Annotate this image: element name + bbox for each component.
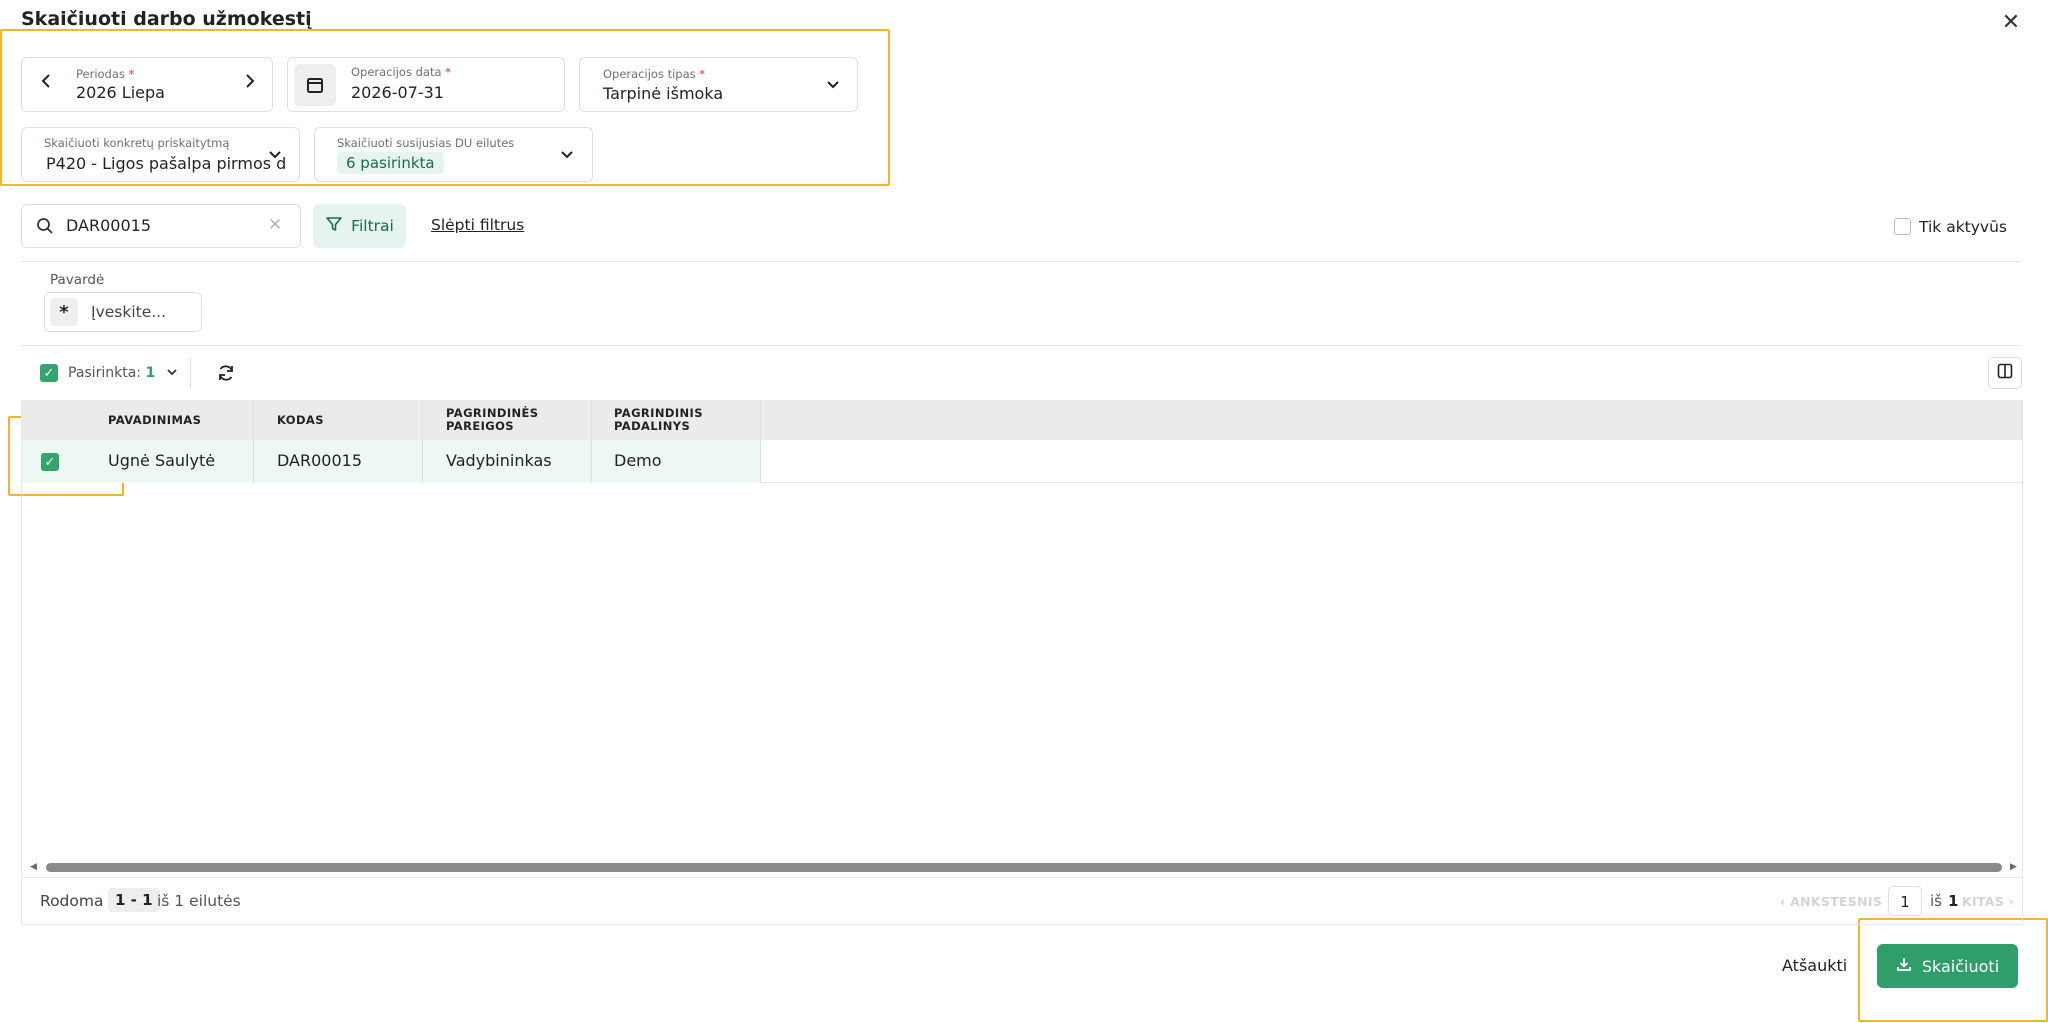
showing-label: Rodoma	[40, 892, 104, 910]
column-header-name[interactable]: PAVADINIMAS	[108, 414, 201, 427]
hide-filters-link[interactable]: Slėpti filtrus	[431, 216, 524, 234]
dialog-title: Skaičiuoti darbo užmokestį	[21, 8, 312, 30]
operation-date-field[interactable]: Operacijos data * 2026-07-31	[287, 57, 565, 112]
download-icon	[1896, 956, 1912, 976]
specific-accrual-label: Skaičiuoti konkretų priskaitytmą	[44, 136, 230, 150]
row-checkbox[interactable]: ✓	[41, 453, 59, 471]
cell-code: DAR00015	[277, 451, 362, 470]
scroll-right-arrow[interactable]: ▶	[2010, 862, 2017, 872]
close-icon[interactable]: ✕	[1998, 10, 2024, 36]
search-icon	[36, 217, 54, 239]
filters-label: Filtrai	[351, 217, 394, 235]
filters-button[interactable]: Filtrai	[313, 204, 406, 248]
divider	[21, 345, 2021, 346]
surname-placeholder: Įveskite...	[91, 303, 167, 321]
previous-page-button[interactable]: ‹ ANKSTESNIS	[1780, 894, 1882, 909]
operator-button[interactable]: *	[50, 298, 78, 326]
period-field[interactable]: Periodas * 2026 Liepa	[21, 57, 273, 112]
chevron-right-icon[interactable]	[244, 73, 256, 93]
chevron-left-icon[interactable]	[40, 73, 52, 93]
col-divider	[591, 400, 592, 483]
calculate-label: Skaičiuoti	[1921, 956, 2000, 976]
search-input[interactable]: DAR00015 ✕	[21, 204, 301, 248]
next-page-button[interactable]: KITAS ›	[1962, 894, 2014, 909]
col-divider	[760, 400, 761, 483]
period-label: Periodas *	[76, 67, 135, 81]
col-divider	[422, 400, 423, 483]
chevron-down-icon	[826, 76, 840, 94]
column-header-code[interactable]: KODAS	[277, 414, 324, 427]
chevron-down-icon	[560, 146, 574, 164]
page-number-input[interactable]: 1	[1888, 886, 1922, 916]
cancel-button[interactable]: Atšaukti	[1782, 956, 1847, 975]
operation-date-value: 2026-07-31	[351, 83, 444, 102]
columns-icon	[1997, 363, 2013, 383]
surname-filter-label: Pavardė	[50, 272, 105, 288]
total-pages: 1	[1948, 892, 1959, 910]
related-lines-label: Skaičiuoti susijusias DU eilutes	[337, 136, 515, 150]
operation-type-value: Tarpinė išmoka	[603, 84, 724, 103]
col-divider	[253, 400, 254, 483]
table-row[interactable]: ✓ Ugnė Saulytė DAR00015 Vadybininkas Dem…	[22, 400, 2022, 483]
columns-toggle-button[interactable]	[1988, 357, 2022, 389]
refresh-icon[interactable]	[216, 363, 236, 387]
of-label: iš	[1930, 892, 1942, 910]
operation-type-select[interactable]: Operacijos tipas * Tarpinė išmoka	[579, 57, 858, 112]
cell-department: Demo	[614, 451, 662, 470]
cell-name: Ugnė Saulytė	[108, 451, 216, 470]
column-header-position[interactable]: PAGRINDINĖS PAREIGOS	[446, 407, 556, 433]
table-footer: Rodoma 1 - 1 iš 1 eilutės ‹ ANKSTESNIS 1…	[21, 877, 2023, 925]
table-container: PAVADINIMAS KODAS PAGRINDINĖS PAREIGOS P…	[21, 400, 2023, 876]
chevron-down-icon	[166, 365, 178, 381]
horizontal-scrollbar[interactable]	[46, 863, 2002, 872]
only-active-checkbox[interactable]	[1894, 218, 1911, 235]
chevron-down-icon	[268, 146, 282, 164]
select-all-checkbox[interactable]: ✓	[40, 364, 58, 382]
column-header-department[interactable]: PAGRINDINIS PADALINYS	[614, 407, 724, 433]
period-value: 2026 Liepa	[76, 83, 165, 102]
toolbar-divider	[190, 358, 191, 388]
operation-type-label: Operacijos tipas *	[603, 67, 706, 81]
selection-label[interactable]: Pasirinkta: 1	[68, 365, 178, 381]
filter-icon	[325, 215, 343, 237]
related-lines-select[interactable]: Skaičiuoti susijusias DU eilutes 6 pasir…	[314, 127, 593, 182]
specific-accrual-value: P420 - Ligos pašalpa pirmos d	[46, 154, 287, 173]
surname-filter-input[interactable]: * Įveskite...	[44, 292, 202, 332]
calendar-icon[interactable]	[294, 64, 336, 106]
operation-date-label: Operacijos data *	[351, 65, 451, 79]
cell-position: Vadybininkas	[446, 451, 552, 470]
clear-icon[interactable]: ✕	[268, 215, 282, 235]
scroll-left-arrow[interactable]: ◀	[30, 862, 37, 872]
selected-count-tag: 6 pasirinkta	[337, 152, 444, 174]
range-badge: 1 - 1	[108, 888, 160, 912]
calculate-button[interactable]: Skaičiuoti	[1877, 944, 2018, 988]
of-rows-label: iš 1 eilutės	[157, 892, 241, 910]
only-active-label: Tik aktyvūs	[1919, 218, 2007, 236]
divider	[21, 261, 2021, 262]
specific-accrual-select[interactable]: Skaičiuoti konkretų priskaitytmą P420 - …	[21, 127, 300, 182]
search-value: DAR00015	[66, 216, 151, 235]
